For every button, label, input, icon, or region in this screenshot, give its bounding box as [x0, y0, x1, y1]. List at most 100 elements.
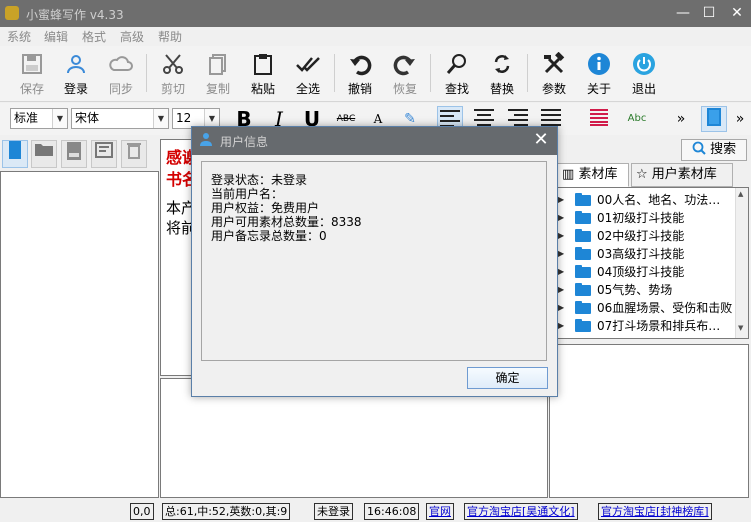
tree-item[interactable]: ▶ 03高级打斗技能: [552, 245, 736, 263]
login-button[interactable]: 登录: [54, 48, 98, 98]
folder-icon: [575, 193, 591, 206]
settings-button[interactable]: 参数: [532, 48, 576, 98]
doc-icon[interactable]: [61, 140, 87, 168]
chevron-right-icon: ▶: [558, 213, 565, 222]
star-icon: ☆: [636, 167, 648, 182]
menu-help[interactable]: 帮助: [158, 28, 182, 45]
edit-note-icon[interactable]: [91, 140, 117, 168]
redo-button[interactable]: 恢复: [383, 48, 427, 98]
redo-icon: [392, 52, 418, 78]
copy-button[interactable]: 复制: [196, 48, 240, 98]
book-icon[interactable]: [701, 106, 727, 132]
material-tree[interactable]: ▶ 00人名、地名、功法… ▶ 01初级打斗技能 ▶ 02中级打斗技能 ▶ 03高级打斗…: [551, 187, 749, 339]
toolbar-separator: [430, 54, 431, 92]
folder-icon: [575, 319, 591, 332]
chapter-tree-pane[interactable]: [0, 171, 159, 498]
style-select[interactable]: 标准 ▼: [10, 108, 68, 129]
tree-item[interactable]: ▶ 00人名、地名、功法…: [552, 191, 736, 209]
font-select[interactable]: 宋体 ▼: [71, 108, 169, 129]
list-icon[interactable]: [586, 106, 612, 132]
search-icon: [692, 141, 706, 155]
username-text: 当前用户名：: [211, 187, 284, 201]
shop-link-2[interactable]: 官方淘宝店[封神榜库]: [598, 503, 712, 520]
library-icon: ▥: [562, 167, 575, 182]
tree-item[interactable]: ▶ 06血腥场景、受伤和击败: [552, 299, 736, 317]
material-content-pane[interactable]: [549, 344, 749, 498]
folder-icon: [575, 247, 591, 260]
book-view-icon[interactable]: [2, 140, 28, 168]
clock: 16:46:08: [364, 503, 420, 520]
search-button[interactable]: 搜索: [681, 139, 747, 161]
sync-button[interactable]: 同步: [99, 48, 143, 98]
login-state-text: 登录状态：未登录: [211, 173, 308, 187]
user-icon: [63, 52, 89, 78]
material-tabs: ▥ 素材库 ☆ 用户素材库: [551, 163, 749, 187]
title-bar: 小蜜蜂写作 v4.33 — ☐ ✕: [0, 0, 751, 27]
cut-button[interactable]: 剪切: [151, 48, 195, 98]
folder-icon: [575, 301, 591, 314]
app-window: 小蜜蜂写作 v4.33 — ☐ ✕ 系统 编辑 格式 高级 帮助 保存 登录 同…: [0, 0, 751, 522]
power-icon: [631, 52, 657, 78]
chevron-right-icon: ▶: [558, 249, 565, 258]
folder-icon: [575, 283, 591, 296]
paste-button[interactable]: 粘贴: [241, 48, 285, 98]
info-icon: [586, 52, 612, 78]
more-button-right[interactable]: »: [731, 106, 749, 132]
toolbar-separator: [527, 54, 528, 92]
folder-icon[interactable]: [31, 140, 57, 168]
save-button[interactable]: 保存: [10, 48, 54, 98]
cursor-position: 0,0: [130, 503, 154, 520]
about-button[interactable]: 关于: [577, 48, 621, 98]
chevron-down-icon: ▼: [153, 109, 168, 128]
chevron-right-icon: ▶: [558, 285, 565, 294]
user-rights-text: 用户权益：免费用户: [211, 201, 320, 215]
select-all-button[interactable]: 全选: [286, 48, 330, 98]
cloud-sync-icon: [108, 52, 134, 78]
copy-icon: [205, 52, 231, 78]
folder-icon: [575, 265, 591, 278]
official-site-link[interactable]: 官网: [426, 503, 454, 520]
window-title: 小蜜蜂写作 v4.33: [26, 8, 124, 22]
tree-item[interactable]: ▶ 02中级打斗技能: [552, 227, 736, 245]
user-info-dialog: 用户信息 ✕ 登录状态：未登录 当前用户名： 用户权益：免费用户 用户可用素材总…: [191, 126, 558, 397]
scroll-up-icon[interactable]: ▲: [738, 190, 743, 198]
tree-item[interactable]: ▶ 01初级打斗技能: [552, 209, 736, 227]
clipboard-icon: [250, 52, 276, 78]
user-icon: [200, 132, 212, 146]
replace-icon: [489, 52, 515, 78]
more-button[interactable]: »: [668, 106, 694, 132]
toolbar-separator: [146, 54, 147, 92]
tree-item[interactable]: ▶ 05气势、势场: [552, 281, 736, 299]
dialog-close-icon[interactable]: ✕: [531, 130, 551, 150]
exit-button[interactable]: 退出: [622, 48, 666, 98]
dialog-title-bar: 用户信息 ✕: [192, 127, 557, 155]
shop-link-1[interactable]: 官方淘宝店[昊通文化]: [464, 503, 578, 520]
chevron-right-icon: ▶: [558, 231, 565, 240]
tree-item[interactable]: ▶ 07打斗场景和排兵布…: [552, 317, 736, 335]
ok-button[interactable]: 确定: [467, 367, 548, 389]
chevron-right-icon: ▶: [558, 267, 565, 276]
replace-button[interactable]: 替换: [480, 48, 524, 98]
menu-format[interactable]: 格式: [82, 28, 106, 45]
tree-item[interactable]: ▶ 04顶级打斗技能: [552, 263, 736, 281]
spellcheck-button[interactable]: Abc: [624, 106, 650, 132]
menu-edit[interactable]: 编辑: [44, 28, 68, 45]
trash-icon[interactable]: [121, 140, 147, 168]
toolbar-separator: [334, 54, 335, 92]
word-count: 总:61,中:52,英数:0,其:9: [162, 503, 291, 520]
menu-bar: 系统 编辑 格式 高级 帮助: [0, 27, 751, 45]
menu-advanced[interactable]: 高级: [120, 28, 144, 45]
material-count-text: 用户可用素材总数量：8338: [211, 215, 362, 229]
tree-scrollbar[interactable]: ▲ ▼: [735, 188, 748, 338]
menu-system[interactable]: 系统: [7, 28, 31, 45]
chevron-right-icon: ▶: [558, 195, 565, 204]
find-button[interactable]: 查找: [435, 48, 479, 98]
tab-material[interactable]: ▥ 素材库: [557, 163, 629, 187]
status-bar: 0,0 总:61,中:52,英数:0,其:9 未登录 16:46:08 官网 官…: [0, 500, 751, 522]
maximize-button[interactable]: ☐: [694, 0, 724, 27]
undo-button[interactable]: 撤销: [338, 48, 382, 98]
scroll-down-icon[interactable]: ▼: [738, 324, 743, 332]
close-button[interactable]: ✕: [722, 0, 751, 27]
folder-icon: [575, 229, 591, 242]
tab-user-material[interactable]: ☆ 用户素材库: [631, 163, 733, 187]
